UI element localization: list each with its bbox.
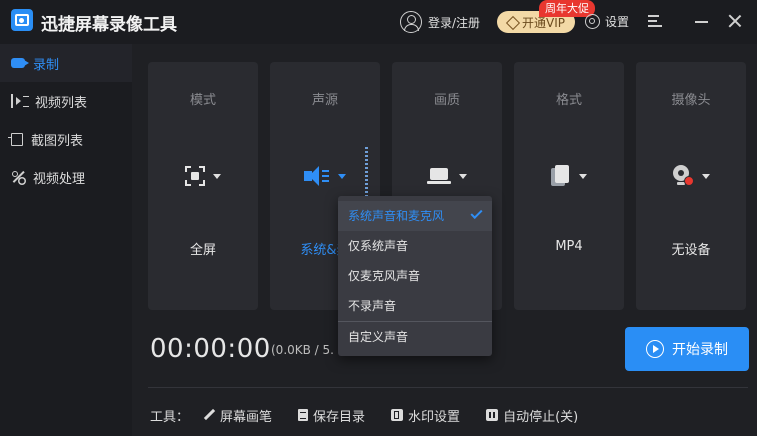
check-icon — [470, 206, 483, 220]
option-label: 仅系统声音 — [348, 239, 409, 253]
webcam-selector[interactable] — [636, 164, 746, 188]
settings-label: 设置 — [605, 15, 630, 29]
card-title: 声源 — [311, 93, 338, 108]
dropdown-option-mic-only[interactable]: 仅麦克风声音 — [338, 261, 492, 291]
record-icon — [11, 58, 29, 68]
fullscreen-mode-icon — [185, 166, 205, 186]
audio-source-dropdown: 系统声音和麦克风 仅系统声音 仅麦克风声音 不录声音 自定义声音 — [338, 196, 492, 356]
sidebar-item-label: 视频处理 — [33, 171, 86, 187]
sidebar-item-video-process[interactable]: 视频处理 — [0, 158, 132, 196]
menu-icon[interactable] — [648, 15, 662, 27]
card-title: 画质 — [433, 93, 460, 108]
gear-icon — [585, 14, 600, 29]
quality-selector[interactable] — [392, 164, 502, 188]
save-directory-button[interactable]: 保存目录 — [298, 406, 365, 425]
divider — [148, 387, 748, 388]
format-card[interactable]: 格式 MP4 — [514, 62, 624, 310]
dropdown-option-system-only[interactable]: 仅系统声音 — [338, 231, 492, 261]
login-button[interactable]: 登录/注册 — [400, 10, 480, 34]
watermark-settings-button[interactable]: 水印设置 — [391, 406, 460, 425]
chevron-down-icon — [213, 173, 221, 179]
sidebar: 录制 视频列表 截图列表 视频处理 — [0, 44, 132, 436]
app-title: 迅捷屏幕录像工具 — [41, 15, 177, 35]
app-logo-icon — [11, 9, 33, 31]
start-recording-button[interactable]: 开始录制 — [625, 327, 749, 371]
sidebar-item-screenshot-list[interactable]: 截图列表 — [0, 120, 132, 158]
speaker-icon — [304, 166, 330, 186]
card-title: 摄像头 — [671, 93, 711, 108]
tool-label: 保存目录 — [313, 409, 366, 425]
login-label: 登录/注册 — [428, 15, 481, 30]
dropdown-option-no-audio[interactable]: 不录声音 — [338, 291, 492, 321]
mode-selector[interactable] — [148, 164, 258, 188]
play-icon — [646, 340, 664, 358]
minimize-icon[interactable] — [695, 21, 708, 23]
watermark-icon — [391, 409, 404, 421]
chevron-down-icon — [338, 173, 346, 179]
chevron-down-icon — [579, 173, 587, 179]
video-process-icon — [11, 170, 25, 184]
card-title: 模式 — [189, 93, 216, 108]
tools-label: 工具： — [150, 409, 190, 425]
card-value: MP4 — [555, 239, 583, 254]
title-bar: 迅捷屏幕录像工具 登录/注册 开通VIP 周年大促 设置 — [0, 0, 757, 44]
audio-source-selector[interactable] — [270, 164, 380, 188]
card-title: 格式 — [555, 93, 582, 108]
screen-pen-button[interactable]: 屏幕画笔 — [203, 406, 272, 425]
file-format-icon — [551, 165, 571, 187]
user-icon — [400, 11, 422, 33]
sidebar-item-label: 录制 — [33, 57, 60, 73]
webcam-icon — [672, 165, 694, 187]
mode-card[interactable]: 模式 全屏 — [148, 62, 258, 310]
record-timer: 00:00:00 — [150, 334, 271, 364]
settings-button[interactable]: 设置 — [585, 13, 629, 30]
tool-label: 水印设置 — [408, 409, 461, 425]
tool-label: 屏幕画笔 — [220, 409, 273, 425]
webcam-card[interactable]: 摄像头 无设备 — [636, 62, 746, 310]
diamond-icon — [507, 17, 519, 27]
dropdown-option-system-and-mic[interactable]: 系统声音和麦克风 — [338, 201, 492, 231]
video-list-icon — [11, 94, 29, 108]
auto-stop-icon — [486, 409, 499, 421]
volume-level-meter — [365, 147, 368, 203]
format-selector[interactable] — [514, 164, 624, 188]
sidebar-item-record[interactable]: 录制 — [0, 44, 132, 82]
auto-stop-button[interactable]: 自动停止(关) — [486, 406, 578, 425]
option-label: 系统声音和麦克风 — [348, 209, 445, 223]
close-icon[interactable] — [728, 14, 742, 28]
card-value: 全屏 — [189, 243, 216, 258]
tools-bar: 工具： 屏幕画笔 保存目录 水印设置 自动停止(关) — [150, 405, 604, 425]
screenshot-list-icon — [8, 132, 23, 146]
file-size-info: (0.0KB / 5. — [271, 343, 334, 357]
option-label: 仅麦克风声音 — [348, 269, 421, 283]
dropdown-option-custom-audio[interactable]: 自定义声音 — [338, 322, 492, 352]
option-label: 自定义声音 — [348, 330, 409, 344]
option-label: 不录声音 — [348, 299, 397, 313]
start-recording-label: 开始录制 — [672, 342, 728, 358]
pen-icon — [203, 409, 215, 421]
tool-label: 自动停止(关) — [503, 409, 579, 425]
chevron-down-icon — [702, 173, 710, 179]
sidebar-item-label: 截图列表 — [31, 133, 84, 149]
chevron-down-icon — [459, 173, 467, 179]
laptop-icon — [427, 167, 451, 185]
folder-doc-icon — [298, 409, 309, 421]
sidebar-item-label: 视频列表 — [35, 95, 88, 111]
sidebar-item-video-list[interactable]: 视频列表 — [0, 82, 132, 120]
card-value: 无设备 — [671, 243, 711, 258]
